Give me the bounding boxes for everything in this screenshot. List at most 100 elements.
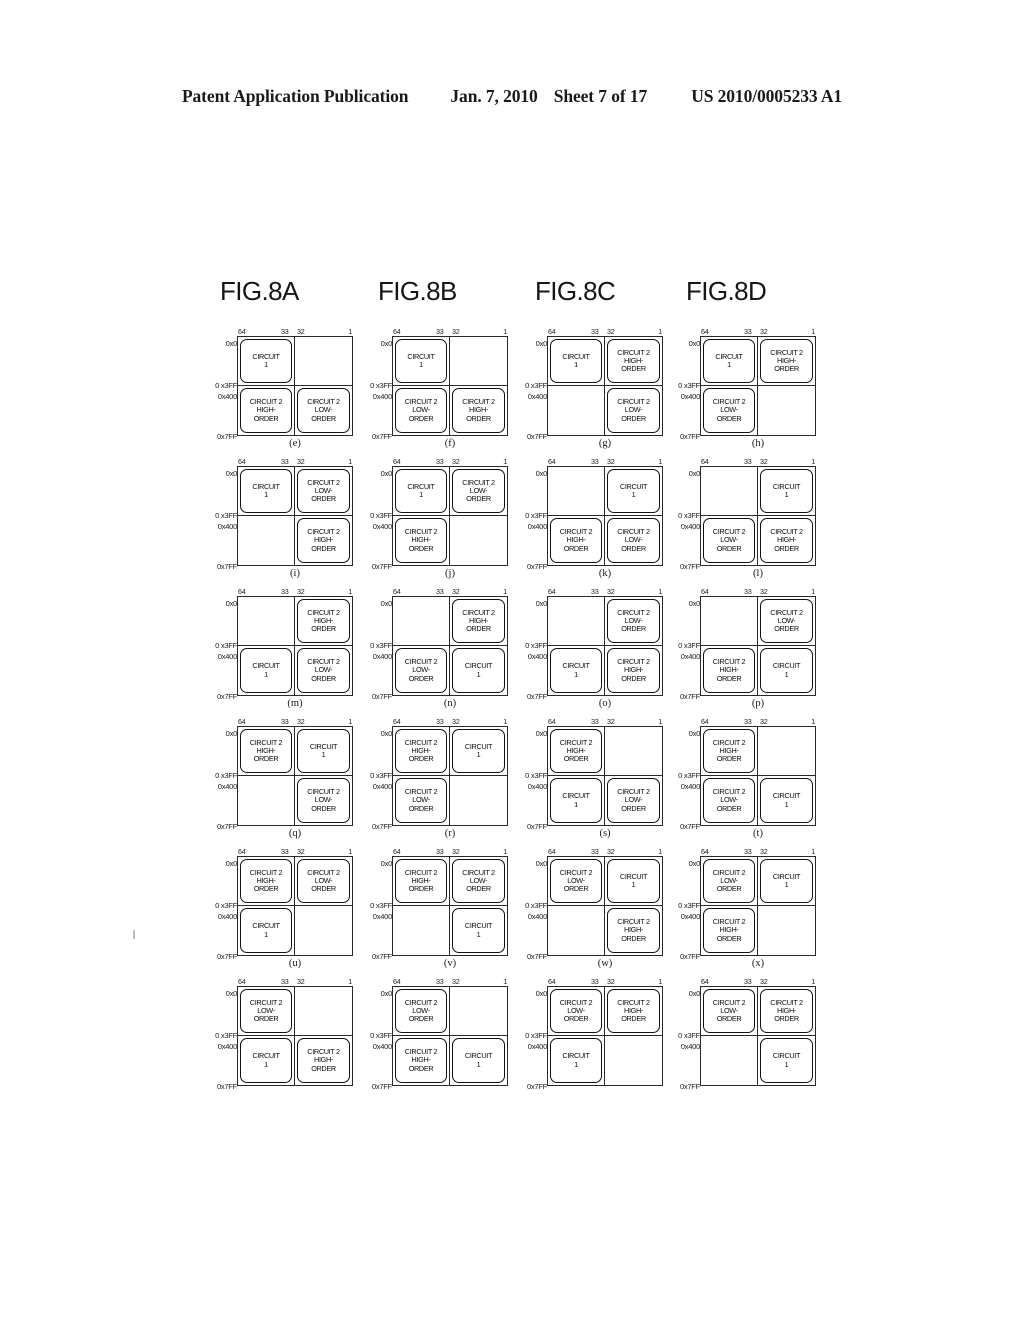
circuit-block-c2-low: CIRCUIT 2 LOW- ORDER: [550, 859, 602, 903]
bit-label: 33: [744, 847, 752, 856]
memory-quadrant: CIRCUIT 1: [758, 1036, 815, 1085]
circuit-block-c2-low: CIRCUIT 2 LOW- ORDER: [297, 388, 350, 433]
bit-label: 1: [348, 327, 352, 336]
bit-range-labels: 64 33 32 1: [237, 717, 353, 726]
memory-map-diagram: 0x0 0 x3FF 0x400 0x7FF 64 33 32 1 CIRCUIT 2 LOW- O…: [204, 977, 356, 1108]
circuit-block-c2-high: CIRCUIT 2 HIGH- ORDER: [297, 599, 350, 643]
bit-label: 1: [348, 977, 352, 986]
circuit-block-c2-high: CIRCUIT 2 HIGH- ORDER: [607, 989, 660, 1033]
memory-quadrant: CIRCUIT 2 HIGH- ORDER: [605, 987, 662, 1036]
diagram-sublabel: (k): [598, 568, 612, 579]
memory-map-matrix: CIRCUIT 2 LOW- ORDER CIRCUIT 1 CIRCUIT 2 HIGH-…: [547, 596, 663, 696]
bit-range-labels: 64 33 32 1: [237, 587, 353, 596]
address-label: 0x0: [535, 859, 548, 868]
block-text-line: ORDER: [621, 673, 646, 683]
memory-map-diagram: 0x0 0 x3FF 0x400 0x7FF 64 33 32 1 CIRCUIT 2 LOW- O…: [359, 977, 511, 1108]
block-text-line: ORDER: [621, 1014, 646, 1024]
address-label: 0 x3FF: [215, 511, 237, 520]
address-label: 0x400: [217, 1042, 238, 1051]
address-label: 0x400: [680, 782, 701, 791]
bit-label: 33: [591, 977, 599, 986]
memory-quadrant: [238, 776, 295, 825]
address-label: 0x0: [688, 469, 701, 478]
circuit-block-c2-high: CIRCUIT 2 HIGH- ORDER: [452, 599, 505, 643]
address-label: 0x400: [217, 912, 238, 921]
block-text-line: ORDER: [311, 673, 336, 683]
block-text-line: ORDER: [716, 673, 742, 683]
empty-region: [760, 388, 813, 433]
diagram-sublabel: (q): [288, 828, 302, 839]
empty-region: [452, 778, 505, 823]
memory-quadrant: CIRCUIT 2 LOW- ORDER: [295, 386, 352, 435]
memory-quadrant: [548, 597, 605, 646]
memory-quadrant: CIRCUIT 2 LOW- ORDER: [605, 516, 662, 565]
circuit-block-c1: CIRCUIT 1: [297, 729, 350, 773]
bit-label: 32: [452, 327, 460, 336]
block-text-line: ORDER: [716, 413, 742, 423]
address-label: 0 x3FF: [678, 381, 700, 390]
address-label: 0x0: [225, 339, 238, 348]
circuit-block-c2-high: CIRCUIT 2 HIGH- ORDER: [550, 729, 602, 773]
block-text-line: ORDER: [408, 803, 434, 813]
circuit-block-c2-low: CIRCUIT 2 LOW- ORDER: [297, 778, 350, 823]
circuit-block-c1: CIRCUIT 1: [760, 859, 813, 903]
address-label: 0x7FF: [371, 952, 392, 961]
memory-quadrant: CIRCUIT 1: [393, 337, 450, 386]
bit-label: 64: [238, 587, 246, 596]
circuit-block-c1: CIRCUIT 1: [395, 469, 447, 513]
bit-label: 1: [503, 977, 507, 986]
block-text-line: ORDER: [563, 754, 589, 764]
diagram-sublabel: (t): [753, 828, 763, 839]
block-text-line: 1: [727, 360, 731, 369]
address-label: 0 x3FF: [215, 381, 237, 390]
circuit-block-c2-low: CIRCUIT 2 LOW- ORDER: [240, 989, 292, 1033]
diagram-sublabel: (n): [443, 698, 457, 709]
circuit-block-c2-high: CIRCUIT 2 HIGH- ORDER: [240, 729, 292, 773]
bit-label: 64: [548, 457, 556, 466]
bit-label: 32: [607, 977, 615, 986]
bit-label: 33: [591, 587, 599, 596]
address-label: 0 x3FF: [370, 771, 392, 780]
block-text-line: ORDER: [253, 884, 279, 894]
memory-quadrant: CIRCUIT 1: [701, 337, 758, 386]
address-label: 0 x3FF: [215, 771, 237, 780]
address-label: 0 x3FF: [525, 511, 547, 520]
circuit-block-c2-low: CIRCUIT 2 LOW- ORDER: [760, 599, 813, 643]
figure-titles-row: FIG.8A FIG.8B FIG.8C FIG.8D: [0, 276, 1024, 316]
diagram-sublabel: (o): [598, 698, 612, 709]
bit-range-labels: 64 33 32 1: [237, 457, 353, 466]
block-text-line: ORDER: [621, 543, 646, 553]
memory-quadrant: CIRCUIT 2 HIGH- ORDER: [758, 516, 815, 565]
bit-label: 64: [393, 977, 401, 986]
address-label: 0x400: [680, 392, 701, 401]
empty-region: [297, 339, 350, 383]
diagram-row: 0x0 0 x3FF 0x400 0x7FF 64 33 32 1 CIRCUIT 2 HIGH-…: [204, 587, 844, 718]
bit-label: 64: [238, 847, 246, 856]
bit-label: 32: [452, 977, 460, 986]
block-text-line: ORDER: [311, 1063, 336, 1073]
address-label: 0x0: [380, 729, 393, 738]
circuit-block-c1: CIRCUIT 1: [760, 469, 813, 513]
address-label: 0x0: [688, 989, 701, 998]
bit-label: 33: [436, 457, 444, 466]
bit-label: 64: [393, 847, 401, 856]
block-text-line: ORDER: [563, 884, 589, 894]
memory-map-matrix: CIRCUIT 2 HIGH- ORDER CIRCUIT 1 CIRCUIT 2 LOW-…: [237, 596, 353, 696]
circuit-block-c2-high: CIRCUIT 2 HIGH- ORDER: [395, 859, 447, 903]
address-label: 0 x3FF: [525, 1031, 547, 1040]
bit-label: 32: [760, 457, 768, 466]
memory-quadrant: CIRCUIT 2 HIGH- ORDER: [393, 516, 450, 565]
memory-quadrant: CIRCUIT 1: [238, 906, 295, 955]
memory-quadrant: [605, 1036, 662, 1085]
memory-quadrant: CIRCUIT 2 LOW- ORDER: [605, 597, 662, 646]
memory-quadrant: CIRCUIT 2 HIGH- ORDER: [701, 906, 758, 955]
circuit-block-c1: CIRCUIT 1: [703, 339, 755, 383]
address-label: 0x7FF: [679, 432, 700, 441]
bit-label: 1: [811, 587, 815, 596]
block-text-line: 1: [631, 880, 636, 889]
memory-quadrant: CIRCUIT 2 LOW- ORDER: [701, 857, 758, 906]
memory-quadrant: CIRCUIT 1: [548, 1036, 605, 1085]
bit-label: 32: [452, 587, 460, 596]
diagram-sublabel: (e): [289, 438, 301, 449]
block-text-line: ORDER: [408, 1063, 434, 1073]
